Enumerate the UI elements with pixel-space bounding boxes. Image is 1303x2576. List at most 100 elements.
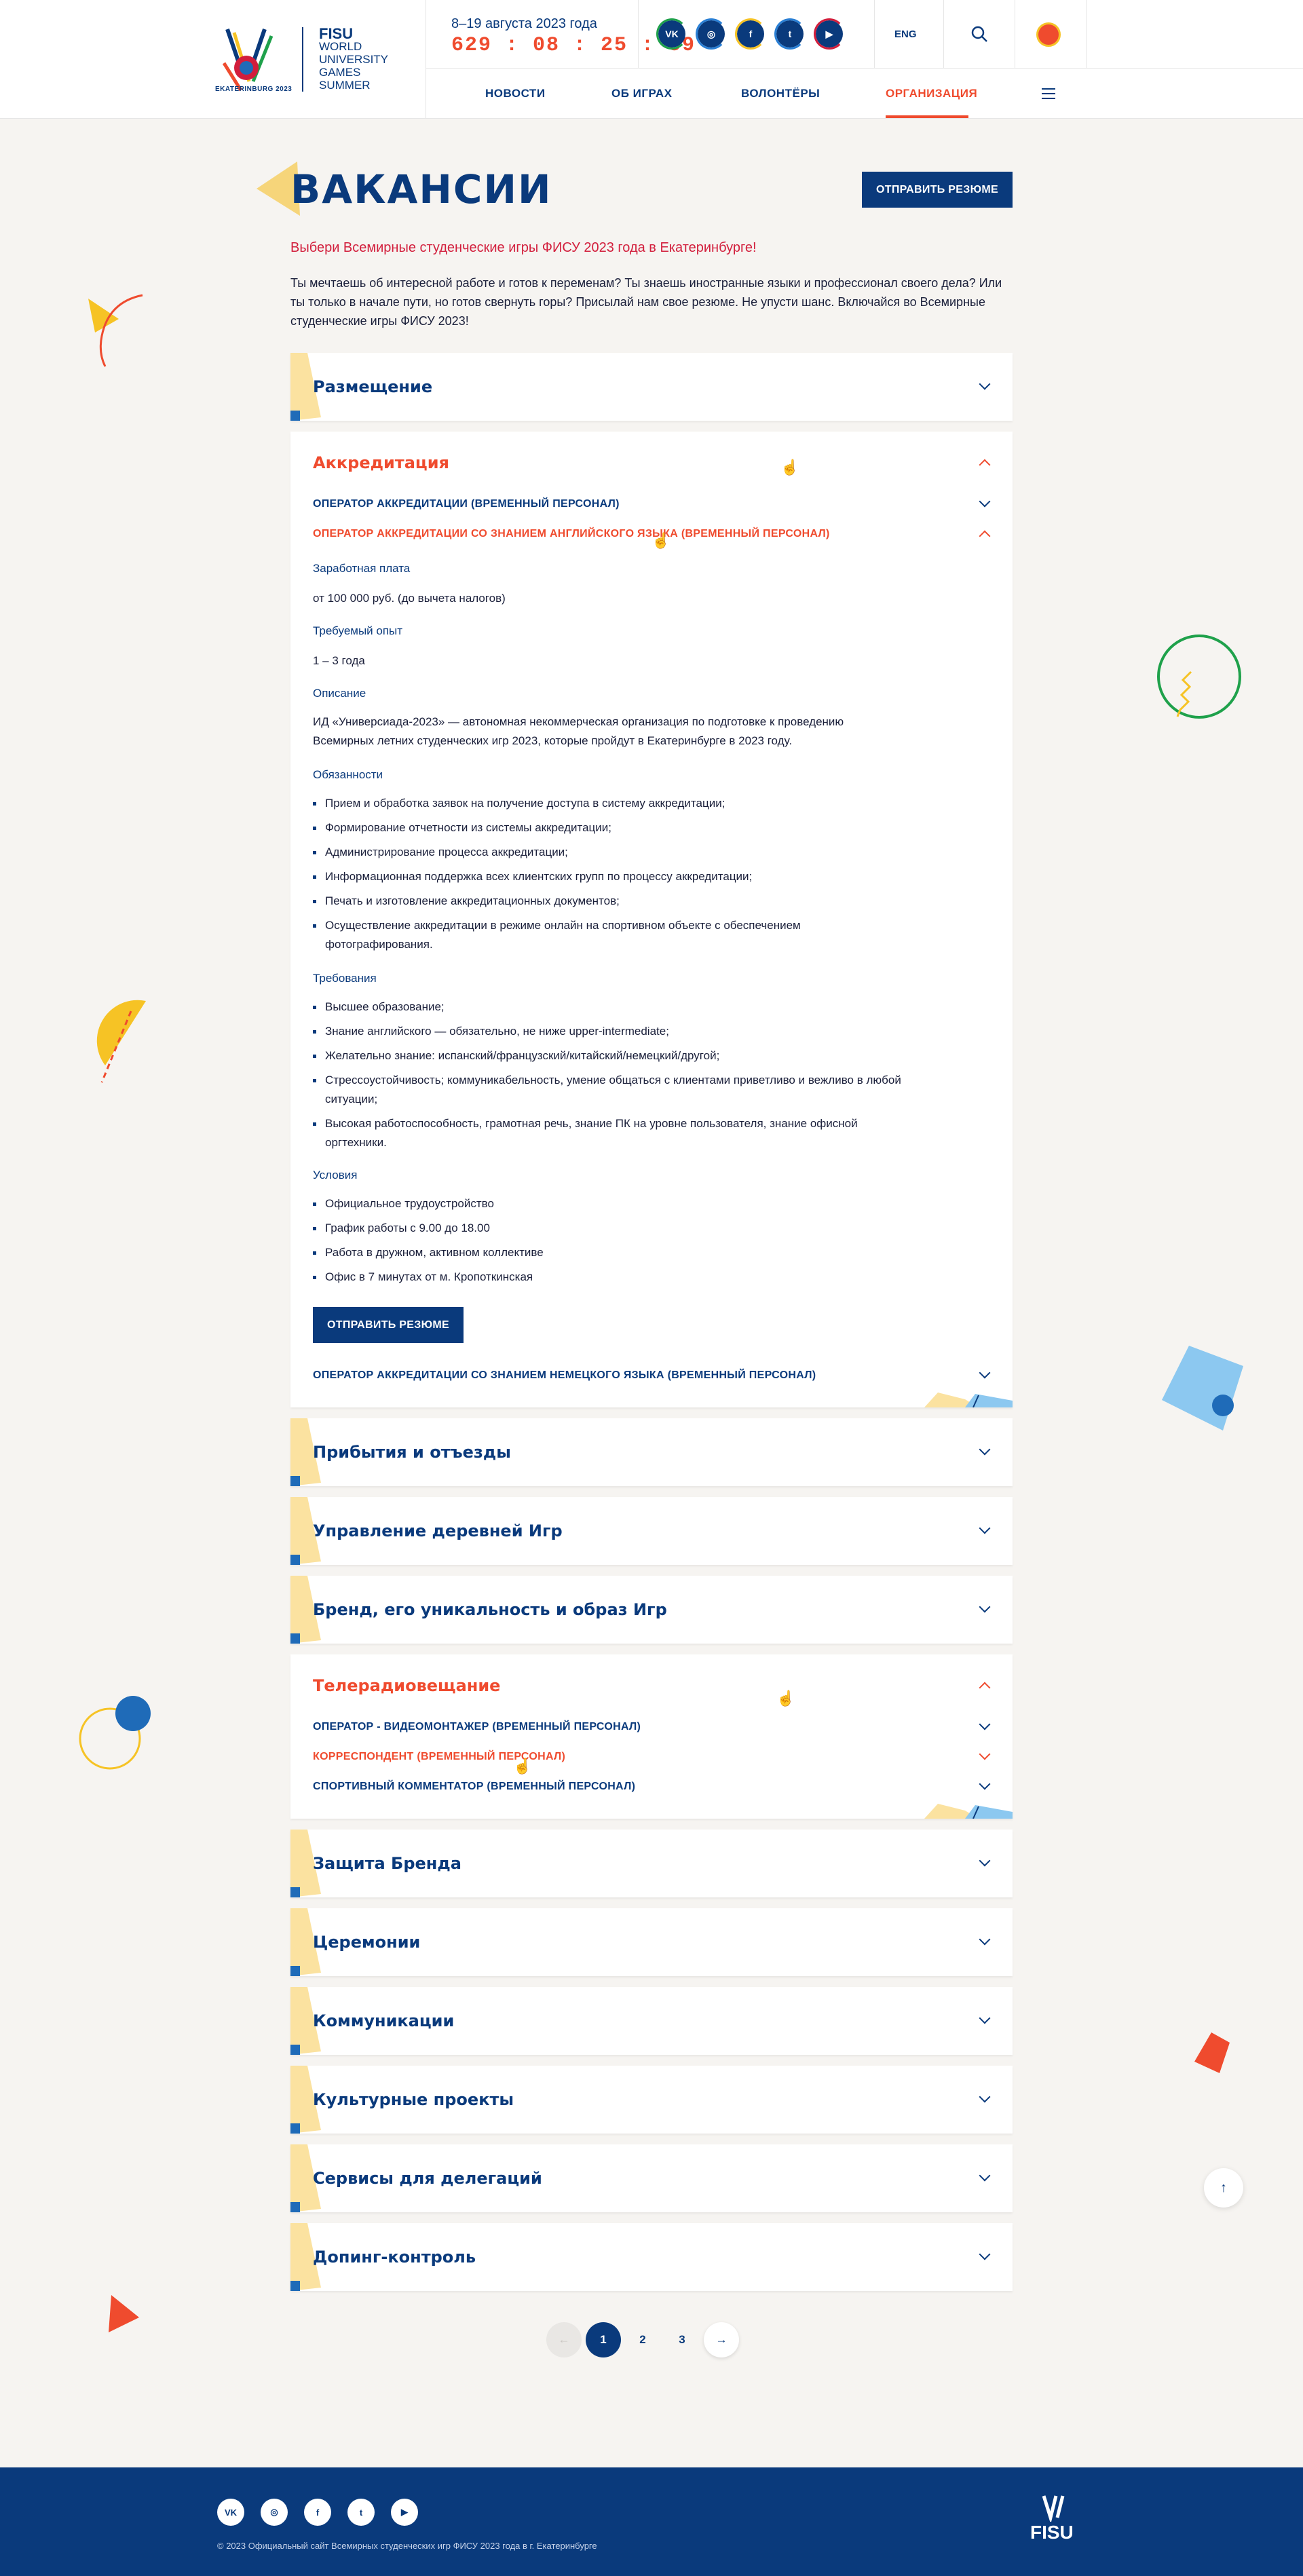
- category-brand[interactable]: Бренд, его уникальность и образ Игр: [290, 1576, 1013, 1644]
- category-derevnya[interactable]: Управление деревней Игр: [290, 1497, 1013, 1565]
- youtube-icon[interactable]: ▶: [814, 18, 845, 50]
- job-row[interactable]: ОПЕРАТОР АККРЕДИТАЦИИ (ВРЕМЕННЫЙ ПЕРСОНА…: [313, 498, 620, 510]
- job-row[interactable]: ОПЕРАТОР АККРЕДИТАЦИИ СО ЗНАНИЕМ АНГЛИЙС…: [313, 528, 830, 540]
- logo-line1: WORLD: [319, 40, 362, 53]
- job-row[interactable]: ОПЕРАТОР - ВИДЕОМОНТАЖЕР (ВРЕМЕННЫЙ ПЕРС…: [313, 1721, 641, 1733]
- category-kommunikatsii[interactable]: Коммуникации: [290, 1987, 1013, 2055]
- twitter-icon[interactable]: t: [774, 18, 806, 50]
- nav-item-about[interactable]: ОБ ИГРАХ: [611, 87, 672, 100]
- category-servisy[interactable]: Сервисы для делегаций: [290, 2144, 1013, 2212]
- category-doping[interactable]: Допинг-контроль: [290, 2223, 1013, 2291]
- salary-value: от 100 000 руб. (до вычета налогов): [313, 592, 506, 605]
- vk-icon[interactable]: VK: [656, 18, 687, 50]
- chevron-down-icon: [979, 378, 991, 390]
- job-row[interactable]: СПОРТИВНЫЙ КОММЕНТАТОР (ВРЕМЕННЫЙ ПЕРСОН…: [313, 1781, 635, 1793]
- menu-icon[interactable]: [1042, 88, 1055, 99]
- chevron-down-icon: [979, 1855, 991, 1867]
- instagram-icon[interactable]: ◎: [261, 2499, 288, 2526]
- logo-line4: SUMMER: [319, 79, 371, 92]
- page-1-button[interactable]: 1: [586, 2322, 621, 2357]
- category-pribytiya[interactable]: Прибытия и отъезды: [290, 1418, 1013, 1486]
- decor-lightblue-square: [1162, 1346, 1243, 1431]
- instagram-icon[interactable]: ◎: [696, 18, 727, 50]
- chevron-down-icon: [979, 2091, 991, 2103]
- hand-cursor-icon: ☝: [776, 1690, 795, 1707]
- footer-logo-text: FISU: [1030, 2522, 1074, 2543]
- language-switch[interactable]: ENG: [894, 29, 917, 40]
- vk-icon[interactable]: VK: [217, 2499, 244, 2526]
- chevron-down-icon[interactable]: [979, 1778, 991, 1790]
- conditions-list: Официальное трудоустройство График работ…: [313, 1194, 910, 1292]
- category-title: Сервисы для делегаций: [313, 2169, 542, 2188]
- list-item: Печать и изготовление аккредитационных д…: [313, 892, 910, 911]
- copyright: © 2023 Официальный сайт Всемирных студен…: [217, 2541, 597, 2551]
- scroll-to-top-button[interactable]: ↑: [1204, 2168, 1243, 2208]
- next-page-button[interactable]: →: [704, 2322, 739, 2357]
- icon-ring: [774, 18, 806, 50]
- chevron-down-icon[interactable]: [979, 495, 991, 508]
- list-item: Информационная поддержка всех клиентских…: [313, 867, 910, 886]
- hand-cursor-icon: ☝: [513, 1758, 532, 1775]
- category-title[interactable]: Телерадиовещание: [313, 1676, 500, 1695]
- page-3-button[interactable]: 3: [664, 2322, 700, 2357]
- category-title: Защита Бренда: [313, 1854, 461, 1873]
- category-title: Культурные проекты: [313, 2090, 514, 2109]
- category-zashchita[interactable]: Защита Бренда: [290, 1830, 1013, 1897]
- category-title: Церемонии: [313, 1933, 421, 1952]
- facebook-icon[interactable]: f: [735, 18, 766, 50]
- chevron-up-icon[interactable]: [979, 530, 991, 542]
- pagination: ← 1 2 3 →: [546, 2322, 739, 2357]
- requirements-list: Высшее образование; Знание английского —…: [313, 998, 910, 1158]
- nav-item-organization[interactable]: ОРГАНИЗАЦИЯ: [886, 87, 977, 100]
- duties-list: Прием и обработка заявок на получение до…: [313, 794, 910, 960]
- card-corner-decor: [924, 1393, 1013, 1407]
- decor-yellow-squiggle: [1176, 670, 1192, 717]
- experience-label: Требуемый опыт: [313, 624, 403, 637]
- logo-line2: UNIVERSITY: [319, 53, 389, 66]
- send-resume-button[interactable]: ОТПРАВИТЬ РЕЗЮМЕ: [313, 1307, 464, 1343]
- search-icon[interactable]: [969, 24, 989, 44]
- facebook-icon[interactable]: f: [304, 2499, 331, 2526]
- user-icon[interactable]: [1036, 22, 1061, 47]
- fisu-logo[interactable]: FISU: [1030, 2495, 1083, 2543]
- hand-cursor-icon: ☝: [652, 532, 671, 549]
- prev-page-button[interactable]: ←: [546, 2322, 582, 2357]
- category-ceremonii[interactable]: Церемонии: [290, 1908, 1013, 1976]
- header-divider: [426, 68, 1303, 69]
- decor-red-dashed-line: [100, 1010, 132, 1083]
- header-socials: VK ◎ f t ▶: [656, 18, 845, 50]
- list-item: Администрирование процесса аккредитации;: [313, 843, 910, 862]
- list-item: Прием и обработка заявок на получение до…: [313, 794, 910, 813]
- decor-blue-dot: [1212, 1395, 1234, 1416]
- category-title[interactable]: Аккредитация: [313, 453, 449, 472]
- chevron-down-icon: [979, 1443, 991, 1456]
- category-title: Бренд, его уникальность и образ Игр: [313, 1600, 667, 1619]
- twitter-icon[interactable]: t: [347, 2499, 375, 2526]
- page-lead: Выбери Всемирные студенческие игры ФИСУ …: [290, 240, 757, 255]
- page-2-button[interactable]: 2: [625, 2322, 660, 2357]
- category-kultura[interactable]: Культурные проекты: [290, 2066, 1013, 2134]
- category-title: Допинг-контроль: [313, 2248, 476, 2267]
- icon-ring: [814, 18, 845, 50]
- category-razmeshchenie[interactable]: Размещение: [290, 353, 1013, 421]
- experience-value: 1 – 3 года: [313, 654, 365, 667]
- icon-ring: [696, 18, 727, 50]
- nav-item-news[interactable]: НОВОСТИ: [485, 87, 546, 100]
- nav-active-underline: [886, 115, 968, 118]
- requirements-label: Требования: [313, 972, 377, 985]
- chevron-up-icon[interactable]: [979, 1682, 991, 1694]
- chevron-up-icon[interactable]: [979, 459, 991, 471]
- send-resume-button[interactable]: ОТПРАВИТЬ РЕЗЮМЕ: [862, 172, 1013, 208]
- nav-item-volunteers[interactable]: ВОЛОНТЁРЫ: [741, 87, 820, 100]
- chevron-down-icon[interactable]: [979, 1748, 991, 1760]
- icon-ring: [656, 18, 687, 50]
- chevron-down-icon[interactable]: [979, 1718, 991, 1730]
- chevron-down-icon[interactable]: [979, 1367, 991, 1379]
- decor-red-arc: [99, 294, 143, 367]
- fisu-emblem-icon: [1042, 2495, 1065, 2522]
- job-row[interactable]: ОПЕРАТОР АККРЕДИТАЦИИ СО ЗНАНИЕМ НЕМЕЦКО…: [313, 1369, 816, 1382]
- salary-label: Заработная плата: [313, 562, 411, 575]
- universiade-logo[interactable]: EKATERINBURG 2023 FISU WORLD UNIVERSITY …: [214, 20, 390, 102]
- youtube-icon[interactable]: ▶: [391, 2499, 418, 2526]
- decor-red-diamond: [1194, 2032, 1230, 2073]
